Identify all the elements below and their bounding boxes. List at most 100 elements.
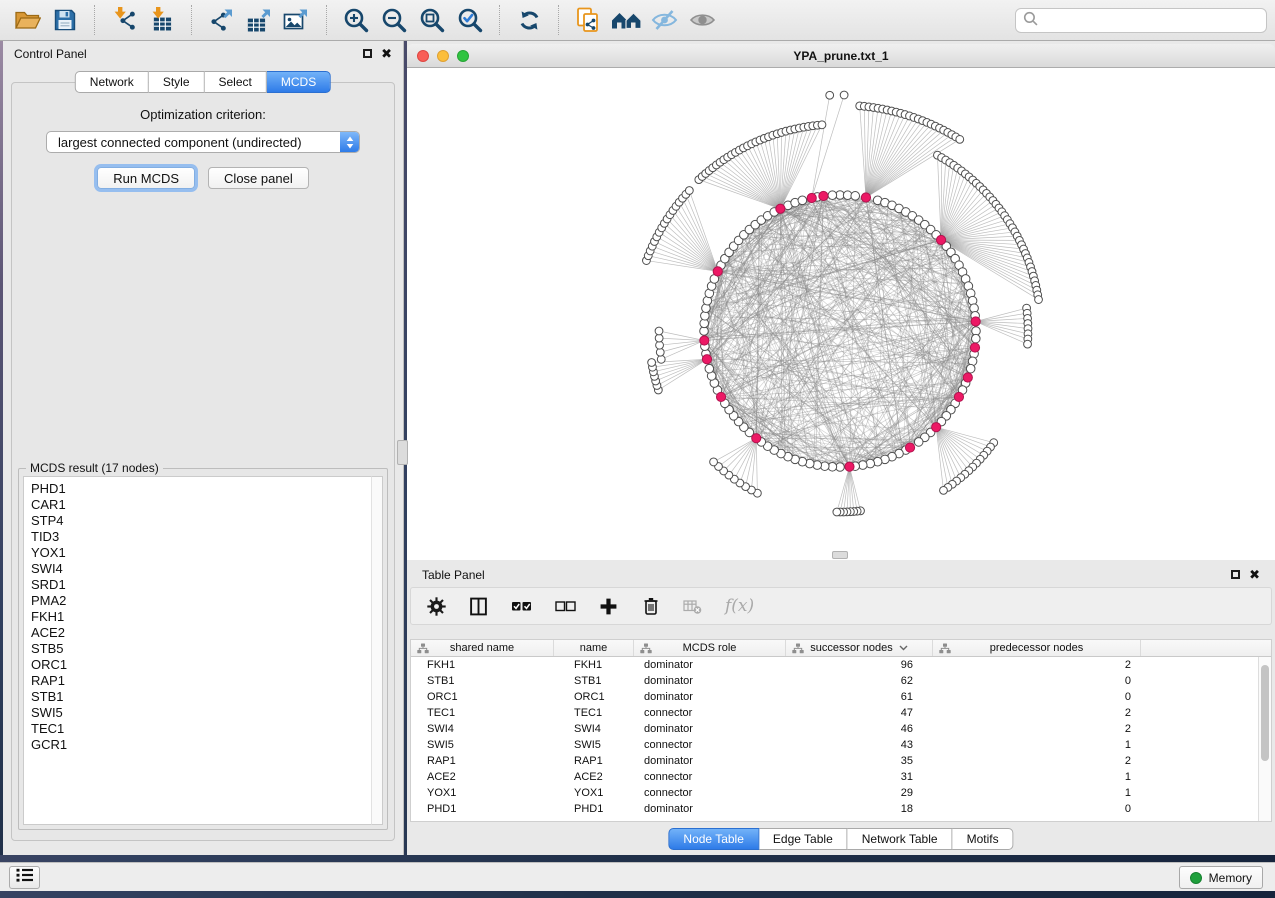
column-header-predecessor-nodes[interactable]: predecessor nodes bbox=[933, 640, 1141, 656]
delete-column-icon[interactable] bbox=[641, 595, 660, 617]
settings-icon[interactable] bbox=[427, 595, 446, 617]
table-cell: SWI5 bbox=[554, 737, 634, 753]
network-window-titlebar[interactable]: YPA_prune.txt_1 bbox=[407, 44, 1275, 68]
mcds-result-item[interactable]: TID3 bbox=[31, 529, 382, 545]
search-input[interactable] bbox=[1043, 14, 1259, 28]
tab-select[interactable]: Select bbox=[205, 71, 267, 93]
mcds-result-item[interactable]: ORC1 bbox=[31, 657, 382, 673]
mcds-result-item[interactable]: FKH1 bbox=[31, 609, 382, 625]
control-panel-header: Control Panel ✖ bbox=[3, 41, 403, 66]
select-all-icon[interactable] bbox=[511, 595, 532, 617]
table-row[interactable]: RAP1RAP1dominator352 bbox=[411, 753, 1271, 769]
mcds-result-item[interactable]: PMA2 bbox=[31, 593, 382, 609]
refresh-layout-icon[interactable] bbox=[513, 4, 545, 36]
mcds-result-item[interactable]: SWI5 bbox=[31, 705, 382, 721]
table-cell: SWI5 bbox=[411, 737, 554, 753]
search-box[interactable] bbox=[1015, 8, 1267, 33]
mcds-result-item[interactable]: ACE2 bbox=[31, 625, 382, 641]
run-mcds-button[interactable]: Run MCDS bbox=[97, 167, 195, 189]
mcds-result-item[interactable]: STB1 bbox=[31, 689, 382, 705]
deselect-all-icon[interactable] bbox=[555, 595, 576, 617]
control-panel-tabs: NetworkStyleSelectMCDS bbox=[75, 71, 331, 93]
panel-menu-button[interactable] bbox=[9, 866, 40, 889]
table-cell: 2 bbox=[933, 721, 1141, 737]
vertical-splitter-handle[interactable] bbox=[397, 440, 408, 465]
table-row[interactable]: TEC1TEC1connector472 bbox=[411, 705, 1271, 721]
table-row[interactable]: ACE2ACE2connector311 bbox=[411, 769, 1271, 785]
sitemap-icon bbox=[939, 643, 951, 657]
zoom-in-icon[interactable] bbox=[340, 4, 372, 36]
import-table-icon[interactable] bbox=[146, 4, 178, 36]
table-tab-motifs[interactable]: Motifs bbox=[953, 828, 1014, 850]
table-scrollbar-thumb[interactable] bbox=[1261, 665, 1269, 761]
table-cell: ORC1 bbox=[554, 689, 634, 705]
network-canvas[interactable] bbox=[407, 68, 1275, 560]
table-row[interactable]: SWI5SWI5connector431 bbox=[411, 737, 1271, 753]
first-neighbors-icon[interactable] bbox=[610, 4, 642, 36]
table-row[interactable]: SWI4SWI4dominator462 bbox=[411, 721, 1271, 737]
optimization-criterion-select[interactable]: largest connected component (undirected) bbox=[46, 131, 360, 153]
save-session-icon[interactable] bbox=[49, 4, 81, 36]
mcds-result-item[interactable]: PHD1 bbox=[31, 481, 382, 497]
hide-selected-icon[interactable] bbox=[648, 4, 680, 36]
mcds-result-item[interactable]: SRD1 bbox=[31, 577, 382, 593]
mcds-result-item[interactable]: CAR1 bbox=[31, 497, 382, 513]
tab-network[interactable]: Network bbox=[75, 71, 149, 93]
columns-icon[interactable] bbox=[469, 595, 488, 617]
maximize-window-icon[interactable] bbox=[457, 50, 469, 62]
mcds-result-item[interactable]: RAP1 bbox=[31, 673, 382, 689]
close-panel-button[interactable]: Close panel bbox=[208, 167, 309, 189]
table-row[interactable]: FKH1FKH1dominator962 bbox=[411, 657, 1271, 673]
column-header-name[interactable]: name bbox=[554, 640, 634, 656]
table-cell: 46 bbox=[786, 721, 933, 737]
close-window-icon[interactable] bbox=[417, 50, 429, 62]
column-label: name bbox=[580, 642, 608, 654]
tab-style[interactable]: Style bbox=[149, 71, 205, 93]
tab-mcds[interactable]: MCDS bbox=[267, 71, 331, 93]
export-network-icon[interactable] bbox=[205, 4, 237, 36]
close-table-panel-icon[interactable]: ✖ bbox=[1249, 568, 1260, 581]
function-builder-icon: f(x) bbox=[725, 595, 754, 617]
float-panel-icon[interactable] bbox=[363, 49, 372, 58]
table-panel: Table Panel ✖ f(x) shared name name MCDS r… bbox=[407, 563, 1275, 855]
table-row[interactable]: ORC1ORC1dominator610 bbox=[411, 689, 1271, 705]
show-all-icon[interactable] bbox=[686, 4, 718, 36]
column-header-successor-nodes[interactable]: successor nodes bbox=[786, 640, 933, 656]
column-header-shared-name[interactable]: shared name bbox=[411, 640, 554, 656]
float-table-panel-icon[interactable] bbox=[1231, 570, 1240, 579]
clone-network-icon[interactable] bbox=[572, 4, 604, 36]
import-network-icon[interactable] bbox=[108, 4, 140, 36]
memory-button[interactable]: Memory bbox=[1179, 866, 1263, 889]
mcds-result-item[interactable]: GCR1 bbox=[31, 737, 382, 753]
table-cell: dominator bbox=[634, 801, 786, 817]
table-row[interactable]: STB1STB1dominator620 bbox=[411, 673, 1271, 689]
column-header-MCDS-role[interactable]: MCDS role bbox=[634, 640, 786, 656]
table-tab-edge-table[interactable]: Edge Table bbox=[759, 828, 848, 850]
mcds-result-item[interactable]: SWI4 bbox=[31, 561, 382, 577]
table-row[interactable]: PHD1PHD1dominator180 bbox=[411, 801, 1271, 817]
fit-content-icon[interactable] bbox=[416, 4, 448, 36]
zoom-out-icon[interactable] bbox=[378, 4, 410, 36]
table-tab-node-table[interactable]: Node Table bbox=[668, 828, 759, 850]
add-column-icon[interactable] bbox=[599, 595, 618, 617]
table-panel-title: Table Panel bbox=[422, 568, 485, 582]
table-cell: dominator bbox=[634, 721, 786, 737]
column-label: shared name bbox=[450, 642, 514, 654]
table-cell: dominator bbox=[634, 689, 786, 705]
mcds-list-scrollbar[interactable] bbox=[371, 476, 383, 825]
export-table-icon[interactable] bbox=[243, 4, 275, 36]
export-image-icon[interactable] bbox=[281, 4, 313, 36]
horizontal-splitter-handle[interactable] bbox=[832, 551, 848, 559]
mcds-result-groupbox: MCDS result (17 nodes) PHD1CAR1STP4TID3Y… bbox=[18, 468, 388, 830]
close-panel-icon[interactable]: ✖ bbox=[381, 47, 392, 60]
table-cell: RAP1 bbox=[411, 753, 554, 769]
mcds-result-item[interactable]: TEC1 bbox=[31, 721, 382, 737]
minimize-window-icon[interactable] bbox=[437, 50, 449, 62]
table-row[interactable]: YOX1YOX1connector291 bbox=[411, 785, 1271, 801]
zoom-selected-icon[interactable] bbox=[454, 4, 486, 36]
mcds-result-item[interactable]: YOX1 bbox=[31, 545, 382, 561]
table-tab-network-table[interactable]: Network Table bbox=[848, 828, 953, 850]
mcds-result-item[interactable]: STP4 bbox=[31, 513, 382, 529]
mcds-result-item[interactable]: STB5 bbox=[31, 641, 382, 657]
open-file-icon[interactable] bbox=[11, 4, 43, 36]
